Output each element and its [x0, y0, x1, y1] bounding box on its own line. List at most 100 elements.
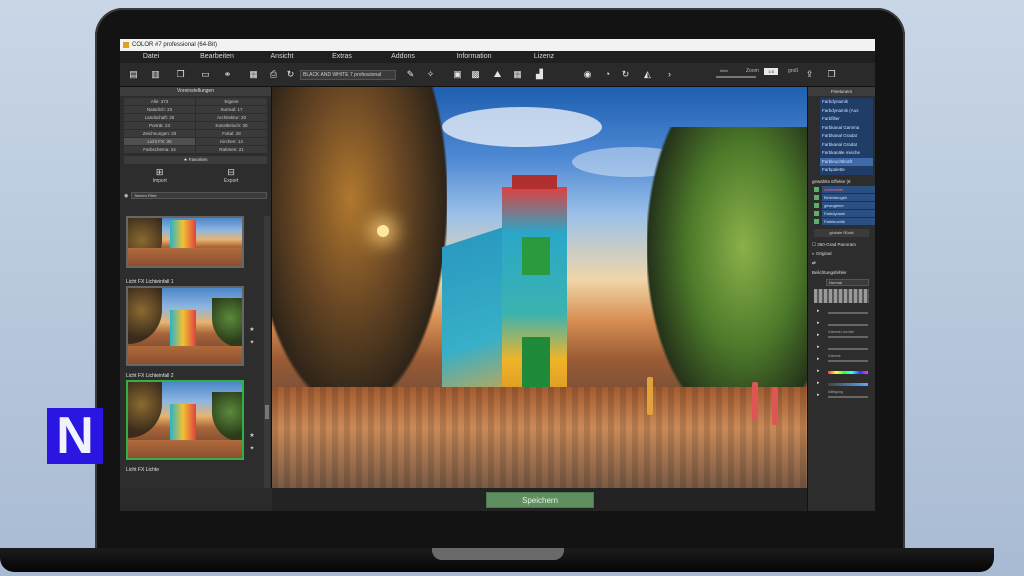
preset-category[interactable]: Natürlich: 23: [124, 106, 195, 113]
menu-extras[interactable]: Extras: [312, 51, 372, 63]
copy-icon[interactable]: ❐: [175, 69, 186, 80]
next-icon[interactable]: ›: [664, 69, 675, 80]
link-icon[interactable]: ⚭: [222, 69, 233, 80]
effect-row[interactable]: Lichteinfall: [808, 186, 875, 194]
zoom-value[interactable]: 1:3: [764, 68, 778, 75]
zoom-slider[interactable]: [716, 76, 756, 78]
slider-row[interactable]: ▸ Sättigung: [808, 390, 875, 402]
refresh-icon[interactable]: ↻: [285, 69, 296, 80]
favorites-button[interactable]: ★ Favoriten: [124, 156, 267, 164]
print-icon[interactable]: ⎙: [268, 69, 279, 80]
panorama-checkbox[interactable]: ☐ 360-Grad Panoram: [808, 240, 875, 249]
grid-icon[interactable]: ▦: [512, 69, 523, 80]
layers-icon[interactable]: ▣: [452, 69, 463, 80]
favorite-star-icon[interactable]: ★: [248, 432, 256, 439]
effect-checkbox[interactable]: [814, 219, 819, 224]
menu-addons[interactable]: Addons: [372, 51, 434, 63]
slider-track[interactable]: [828, 359, 868, 362]
filter-item[interactable]: Farbkanal Gamma: [820, 124, 873, 133]
brush-icon[interactable]: ✎: [405, 69, 416, 80]
hue-slider[interactable]: [828, 370, 868, 374]
slider-track[interactable]: [828, 335, 868, 338]
preset-category[interactable]: Farbschema: 24: [124, 146, 195, 153]
open-icon[interactable]: ▥: [150, 69, 161, 80]
slider-row[interactable]: ▸: [808, 366, 875, 378]
effect-checkbox[interactable]: [814, 195, 819, 200]
effect-checkbox[interactable]: [814, 203, 819, 208]
global-reset-button[interactable]: globale Rückt: [814, 228, 869, 237]
preset-category[interactable]: Porträt: 23: [124, 122, 195, 129]
saturation-slider[interactable]: [828, 382, 868, 386]
favorite-star-icon[interactable]: ★: [248, 326, 256, 333]
info-icon[interactable]: ✦: [248, 339, 256, 346]
compare-icon[interactable]: ◭: [642, 69, 653, 80]
filter-item[interactable]: Farbfilter: [820, 115, 873, 124]
slider-track[interactable]: [828, 311, 868, 314]
photo-preview[interactable]: [272, 87, 807, 488]
effect-checkbox[interactable]: [814, 211, 819, 216]
save-button[interactable]: Speichern: [486, 492, 594, 508]
camera-icon[interactable]: ▩: [470, 69, 481, 80]
expand-arrow-icon[interactable]: ▸: [817, 380, 820, 386]
preset-category[interactable]: Architektur: 20: [196, 114, 267, 121]
preset-category-selected[interactable]: Licht FX: 30: [124, 138, 195, 145]
filter-item[interactable]: Farbpalette: [820, 166, 873, 175]
menu-information[interactable]: Information: [434, 51, 514, 63]
swap-icon[interactable]: ⇄: [808, 258, 875, 268]
slider-track[interactable]: [828, 395, 868, 398]
preset-category[interactable]: Künstlerisch: 30: [196, 122, 267, 129]
export-button[interactable]: ⊟ Export: [224, 167, 238, 189]
menu-license[interactable]: Lizenz: [514, 51, 574, 63]
menu-file[interactable]: Datei: [120, 51, 182, 63]
expand-arrow-icon[interactable]: ▸: [817, 308, 820, 314]
import-button[interactable]: ⊞ Import: [153, 167, 167, 189]
preset-category[interactable]: Fokal: 28: [196, 130, 267, 137]
filter-item[interactable]: Farbkanal Gradat: [820, 132, 873, 141]
preset-category[interactable]: Landschaft: 25: [124, 114, 195, 121]
filter-select[interactable]: Seinen Filter: [131, 192, 267, 199]
preset-category[interactable]: Zeichnungen: 33: [124, 130, 195, 137]
eye-filter-icon[interactable]: ◉: [124, 193, 128, 199]
blend-mode-select[interactable]: Normal: [826, 278, 869, 286]
slider-track[interactable]: [828, 347, 868, 350]
expand-arrow-icon[interactable]: ▸: [817, 392, 820, 398]
slider-row[interactable]: ▸: [808, 306, 875, 318]
rotate-icon[interactable]: ↻: [620, 69, 631, 80]
preset-thumbnail[interactable]: [126, 286, 244, 366]
preset-thumbnail[interactable]: [126, 216, 244, 268]
effect-row[interactable]: Farbdynami: [808, 210, 875, 218]
slider-row[interactable]: ▸ Gamma: [808, 354, 875, 366]
upload-icon[interactable]: ⇪: [804, 69, 815, 80]
preset-thumbnail-selected[interactable]: [126, 380, 244, 460]
preset-category[interactable]: Rahmen: 21: [196, 146, 267, 153]
slider-row[interactable]: ▸ Gamma Leuchte: [808, 330, 875, 342]
thumbnail-scrollbar[interactable]: [264, 216, 270, 508]
filter-item[interactable]: Farbdynamik (Aus: [820, 107, 873, 116]
save-icon[interactable]: ▦: [248, 69, 259, 80]
filter-item[interactable]: Farbkanäle mische: [820, 149, 873, 158]
slider-track[interactable]: [828, 323, 868, 326]
effect-row[interactable]: gewogener: [808, 202, 875, 210]
effect-checkbox[interactable]: [814, 187, 819, 192]
expand-arrow-icon[interactable]: ▸: [817, 344, 820, 350]
chart-icon[interactable]: ▟: [534, 69, 545, 80]
menu-edit[interactable]: Bearbeiten: [182, 51, 252, 63]
preset-select[interactable]: BLACK AND WHITE 7 professional: [300, 70, 396, 80]
slider-row[interactable]: ▸: [808, 318, 875, 330]
dial-icon[interactable]: ◔: [602, 69, 613, 80]
filter-item[interactable]: Farbdynamik: [820, 98, 873, 107]
scrollbar-thumb[interactable]: [265, 405, 269, 419]
expand-arrow-icon[interactable]: ▸: [817, 320, 820, 326]
menu-view[interactable]: Ansicht: [252, 51, 312, 63]
preset-category[interactable]: Surreal: 17: [196, 106, 267, 113]
preset-category[interactable]: Kirchen: 14: [196, 138, 267, 145]
preset-category[interactable]: Eigene: [196, 98, 267, 105]
filter-item-selected[interactable]: Farbleuchtkraft: [820, 157, 873, 166]
raw-icon[interactable]: ▭: [200, 69, 211, 80]
wand-icon[interactable]: ✧: [425, 69, 436, 80]
expand-arrow-icon[interactable]: ▸: [817, 368, 820, 374]
eye-icon[interactable]: ◉: [582, 69, 593, 80]
filter-item[interactable]: Farbkanal Gradat: [820, 141, 873, 150]
slider-row[interactable]: ▸: [808, 378, 875, 390]
original-toggle[interactable]: ◐ Original: [808, 249, 875, 258]
